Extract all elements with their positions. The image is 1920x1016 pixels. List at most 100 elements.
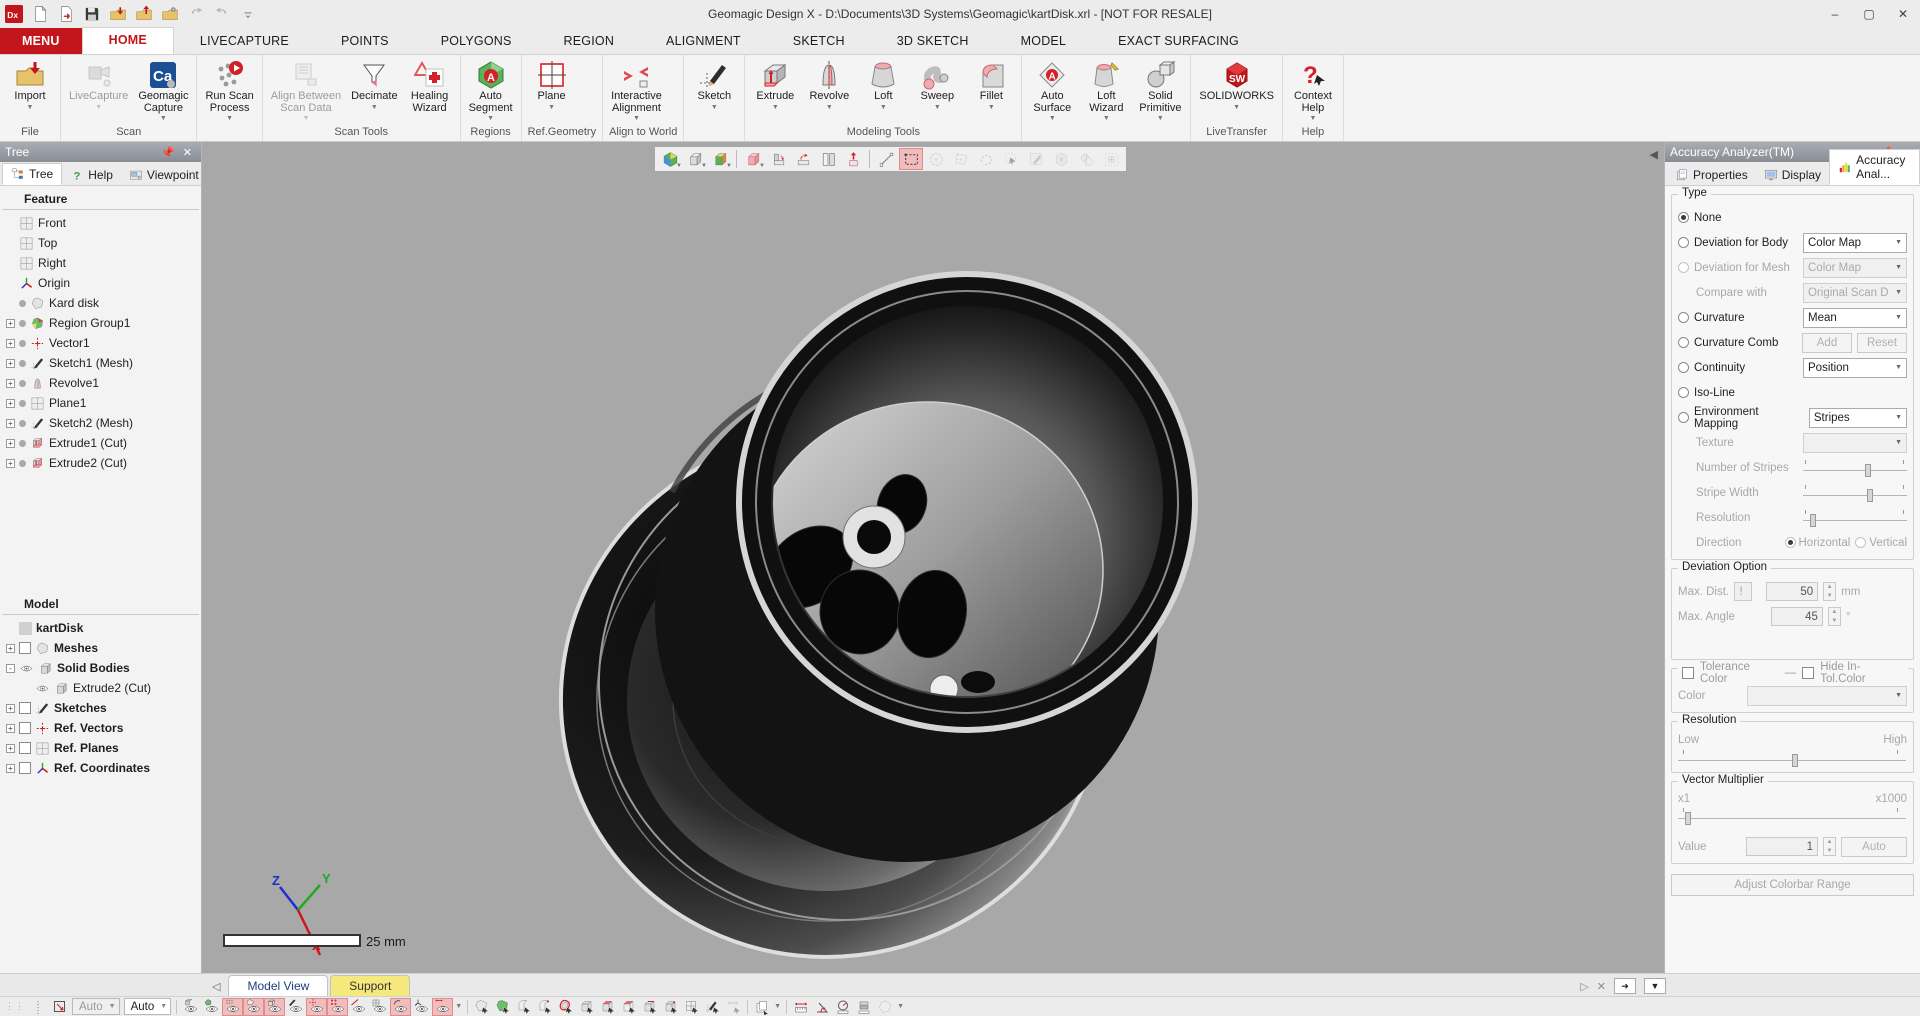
slider[interactable]	[1678, 806, 1906, 826]
menu-tab-home[interactable]: HOME	[82, 27, 174, 54]
expander-icon[interactable]: +	[6, 644, 15, 653]
dropdown-arrow-icon[interactable]: ▼	[1309, 115, 1316, 122]
dropdown-arrow-icon[interactable]: ▼	[774, 1003, 781, 1010]
accuracy-panel-tab-display[interactable]: Display	[1756, 165, 1829, 185]
pin-icon[interactable]: 📌	[157, 146, 179, 159]
toggle-body-visibility-button[interactable]	[180, 998, 201, 1016]
expander-icon[interactable]: +	[6, 339, 15, 348]
visibility-checkbox[interactable]	[19, 702, 31, 714]
run-scan-process-button[interactable]: Run Scan Process▼	[201, 58, 257, 123]
decimate-button[interactable]: Decimate▼	[347, 58, 401, 112]
tree-panel-tab-help[interactable]: ?Help	[62, 165, 121, 185]
loft-wizard-button[interactable]: Loft Wizard▼	[1080, 58, 1132, 123]
accuracy-panel-tab-properties[interactable]: Properties	[1667, 165, 1756, 185]
tree-panel-tab-tree[interactable]: Tree	[2, 163, 62, 185]
deviation-for-body-radio[interactable]	[1678, 237, 1689, 248]
toggle-polyline-visibility-button[interactable]	[348, 998, 369, 1016]
dropdown-arrow-icon[interactable]: ▼	[676, 163, 682, 169]
sketch-button[interactable]: Sketch▼	[688, 58, 740, 112]
measure-angle-button[interactable]	[811, 998, 832, 1016]
dropdown-arrow-icon[interactable]: ▼	[759, 163, 765, 169]
rotate-base-view-button[interactable]	[791, 148, 815, 170]
dropdown-arrow-icon[interactable]: ▼	[934, 104, 941, 111]
dropdown-arrow-icon[interactable]: ▼	[726, 163, 732, 169]
expander-icon[interactable]: +	[6, 319, 15, 328]
dropdown-arrow-icon[interactable]: ▼	[826, 104, 833, 111]
expander-icon[interactable]: +	[6, 744, 15, 753]
accuracy-panel-tab-accuracy-anal-[interactable]: Accuracy Anal...	[1829, 149, 1920, 185]
view-section-mode-button[interactable]: ▼	[741, 148, 765, 170]
visibility-checkbox[interactable]	[19, 722, 31, 734]
select-rectangle-button[interactable]	[899, 148, 923, 170]
close-icon[interactable]: ✕	[179, 146, 196, 159]
filter-boundary-button[interactable]	[555, 998, 576, 1016]
split-view-button[interactable]	[816, 148, 840, 170]
expander-icon[interactable]: +	[6, 459, 15, 468]
feature-item-revolve1[interactable]: +Revolve1	[0, 373, 201, 393]
healing-wizard-button[interactable]: Healing Wizard	[404, 58, 456, 115]
feature-item-sketch2-mesh-[interactable]: +Sketch2 (Mesh)	[0, 413, 201, 433]
feature-item-right[interactable]: Right	[0, 253, 201, 273]
dropdown-arrow-icon[interactable]: ▼	[1103, 115, 1110, 122]
expander-icon[interactable]: +	[6, 379, 15, 388]
dropdown-arrow-icon[interactable]: ▼	[701, 163, 707, 169]
view-tab-support[interactable]: Support	[330, 975, 410, 996]
open-document-icon[interactable]	[55, 3, 77, 24]
model-item-ref-planes[interactable]: +Ref. Planes	[0, 738, 201, 758]
view-body-mode-button[interactable]: ▼	[683, 148, 707, 170]
filter-solid-face-button[interactable]	[597, 998, 618, 1016]
toggle-measurement-visibility-button[interactable]	[432, 998, 453, 1016]
filter-face-group-button[interactable]	[534, 998, 555, 1016]
view-colormap-mode-button[interactable]: ▼	[708, 148, 732, 170]
menu-tab-livecapture[interactable]: LIVECAPTURE	[174, 29, 315, 54]
toggle-vector-visibility-button[interactable]	[306, 998, 327, 1016]
filter-body-button[interactable]	[576, 998, 597, 1016]
feature-item-plane1[interactable]: +Plane1	[0, 393, 201, 413]
extrude-button[interactable]: Extrude▼	[749, 58, 801, 112]
expander-icon[interactable]: +	[6, 724, 15, 733]
slider[interactable]	[1803, 483, 1907, 503]
visibility-checkbox[interactable]	[19, 742, 31, 754]
dropdown-arrow-icon[interactable]: ▼	[226, 115, 233, 122]
measure-mesh-button[interactable]	[874, 998, 895, 1016]
none-radio[interactable]	[1678, 212, 1689, 223]
undo-icon[interactable]	[185, 3, 207, 24]
feature-item-top[interactable]: Top	[0, 233, 201, 253]
export-file-icon[interactable]	[133, 3, 155, 24]
environment-mapping-select[interactable]: Stripes▼	[1809, 408, 1907, 428]
dropdown-arrow-icon[interactable]: ▼	[633, 115, 640, 122]
toggle-coordinate-visibility-button[interactable]	[411, 998, 432, 1016]
filter-sketch-button[interactable]	[702, 998, 723, 1016]
toggle-refpoint-visibility-button[interactable]	[327, 998, 348, 1016]
geomagic-capture-button[interactable]: CaGeomagic Capture▼	[134, 58, 192, 123]
eye-icon[interactable]	[35, 681, 50, 696]
filter-face-button[interactable]	[513, 998, 534, 1016]
view-menu-button[interactable]: ▼	[1644, 978, 1666, 994]
solid-primitive-button[interactable]: Solid Primitive▼	[1134, 58, 1186, 123]
tab-close-icon[interactable]: ✕	[1597, 980, 1606, 993]
model-item-solid-bodies[interactable]: -Solid Bodies	[0, 658, 201, 678]
visibility-checkbox[interactable]	[19, 762, 31, 774]
menu-tab-3d-sketch[interactable]: 3D SKETCH	[871, 29, 995, 54]
view-region-mode-button[interactable]: ▼	[658, 148, 682, 170]
measure-distance-button[interactable]	[790, 998, 811, 1016]
dropdown-arrow-icon[interactable]: ▼	[880, 104, 887, 111]
toggle-mesh-visibility-button[interactable]	[243, 998, 264, 1016]
dropdown-arrow-icon[interactable]: ▼	[1157, 115, 1164, 122]
selection-transform-button[interactable]	[49, 998, 70, 1016]
environment-mapping-radio[interactable]	[1678, 412, 1689, 423]
feature-item-sketch1-mesh-[interactable]: +Sketch1 (Mesh)	[0, 353, 201, 373]
import-button[interactable]: Import▼	[4, 58, 56, 112]
dropdown-arrow-icon[interactable]: ▼	[302, 115, 309, 122]
feature-item-vector1[interactable]: +Vector1	[0, 333, 201, 353]
menu-tab-alignment[interactable]: ALIGNMENT	[640, 29, 767, 54]
eye-icon[interactable]	[19, 661, 34, 676]
dropdown-arrow-icon[interactable]: ▼	[897, 1003, 904, 1010]
toggle-region-visibility-button[interactable]	[201, 998, 222, 1016]
measure-radius-button[interactable]	[832, 998, 853, 1016]
dropdown-arrow-icon[interactable]: ▼	[1049, 115, 1056, 122]
menu-tab-region[interactable]: REGION	[538, 29, 641, 54]
feature-item-front[interactable]: Front	[0, 213, 201, 233]
dropdown-arrow-icon[interactable]: ▼	[711, 104, 718, 111]
deviation-for-body-select[interactable]: Color Map▼	[1803, 233, 1907, 253]
